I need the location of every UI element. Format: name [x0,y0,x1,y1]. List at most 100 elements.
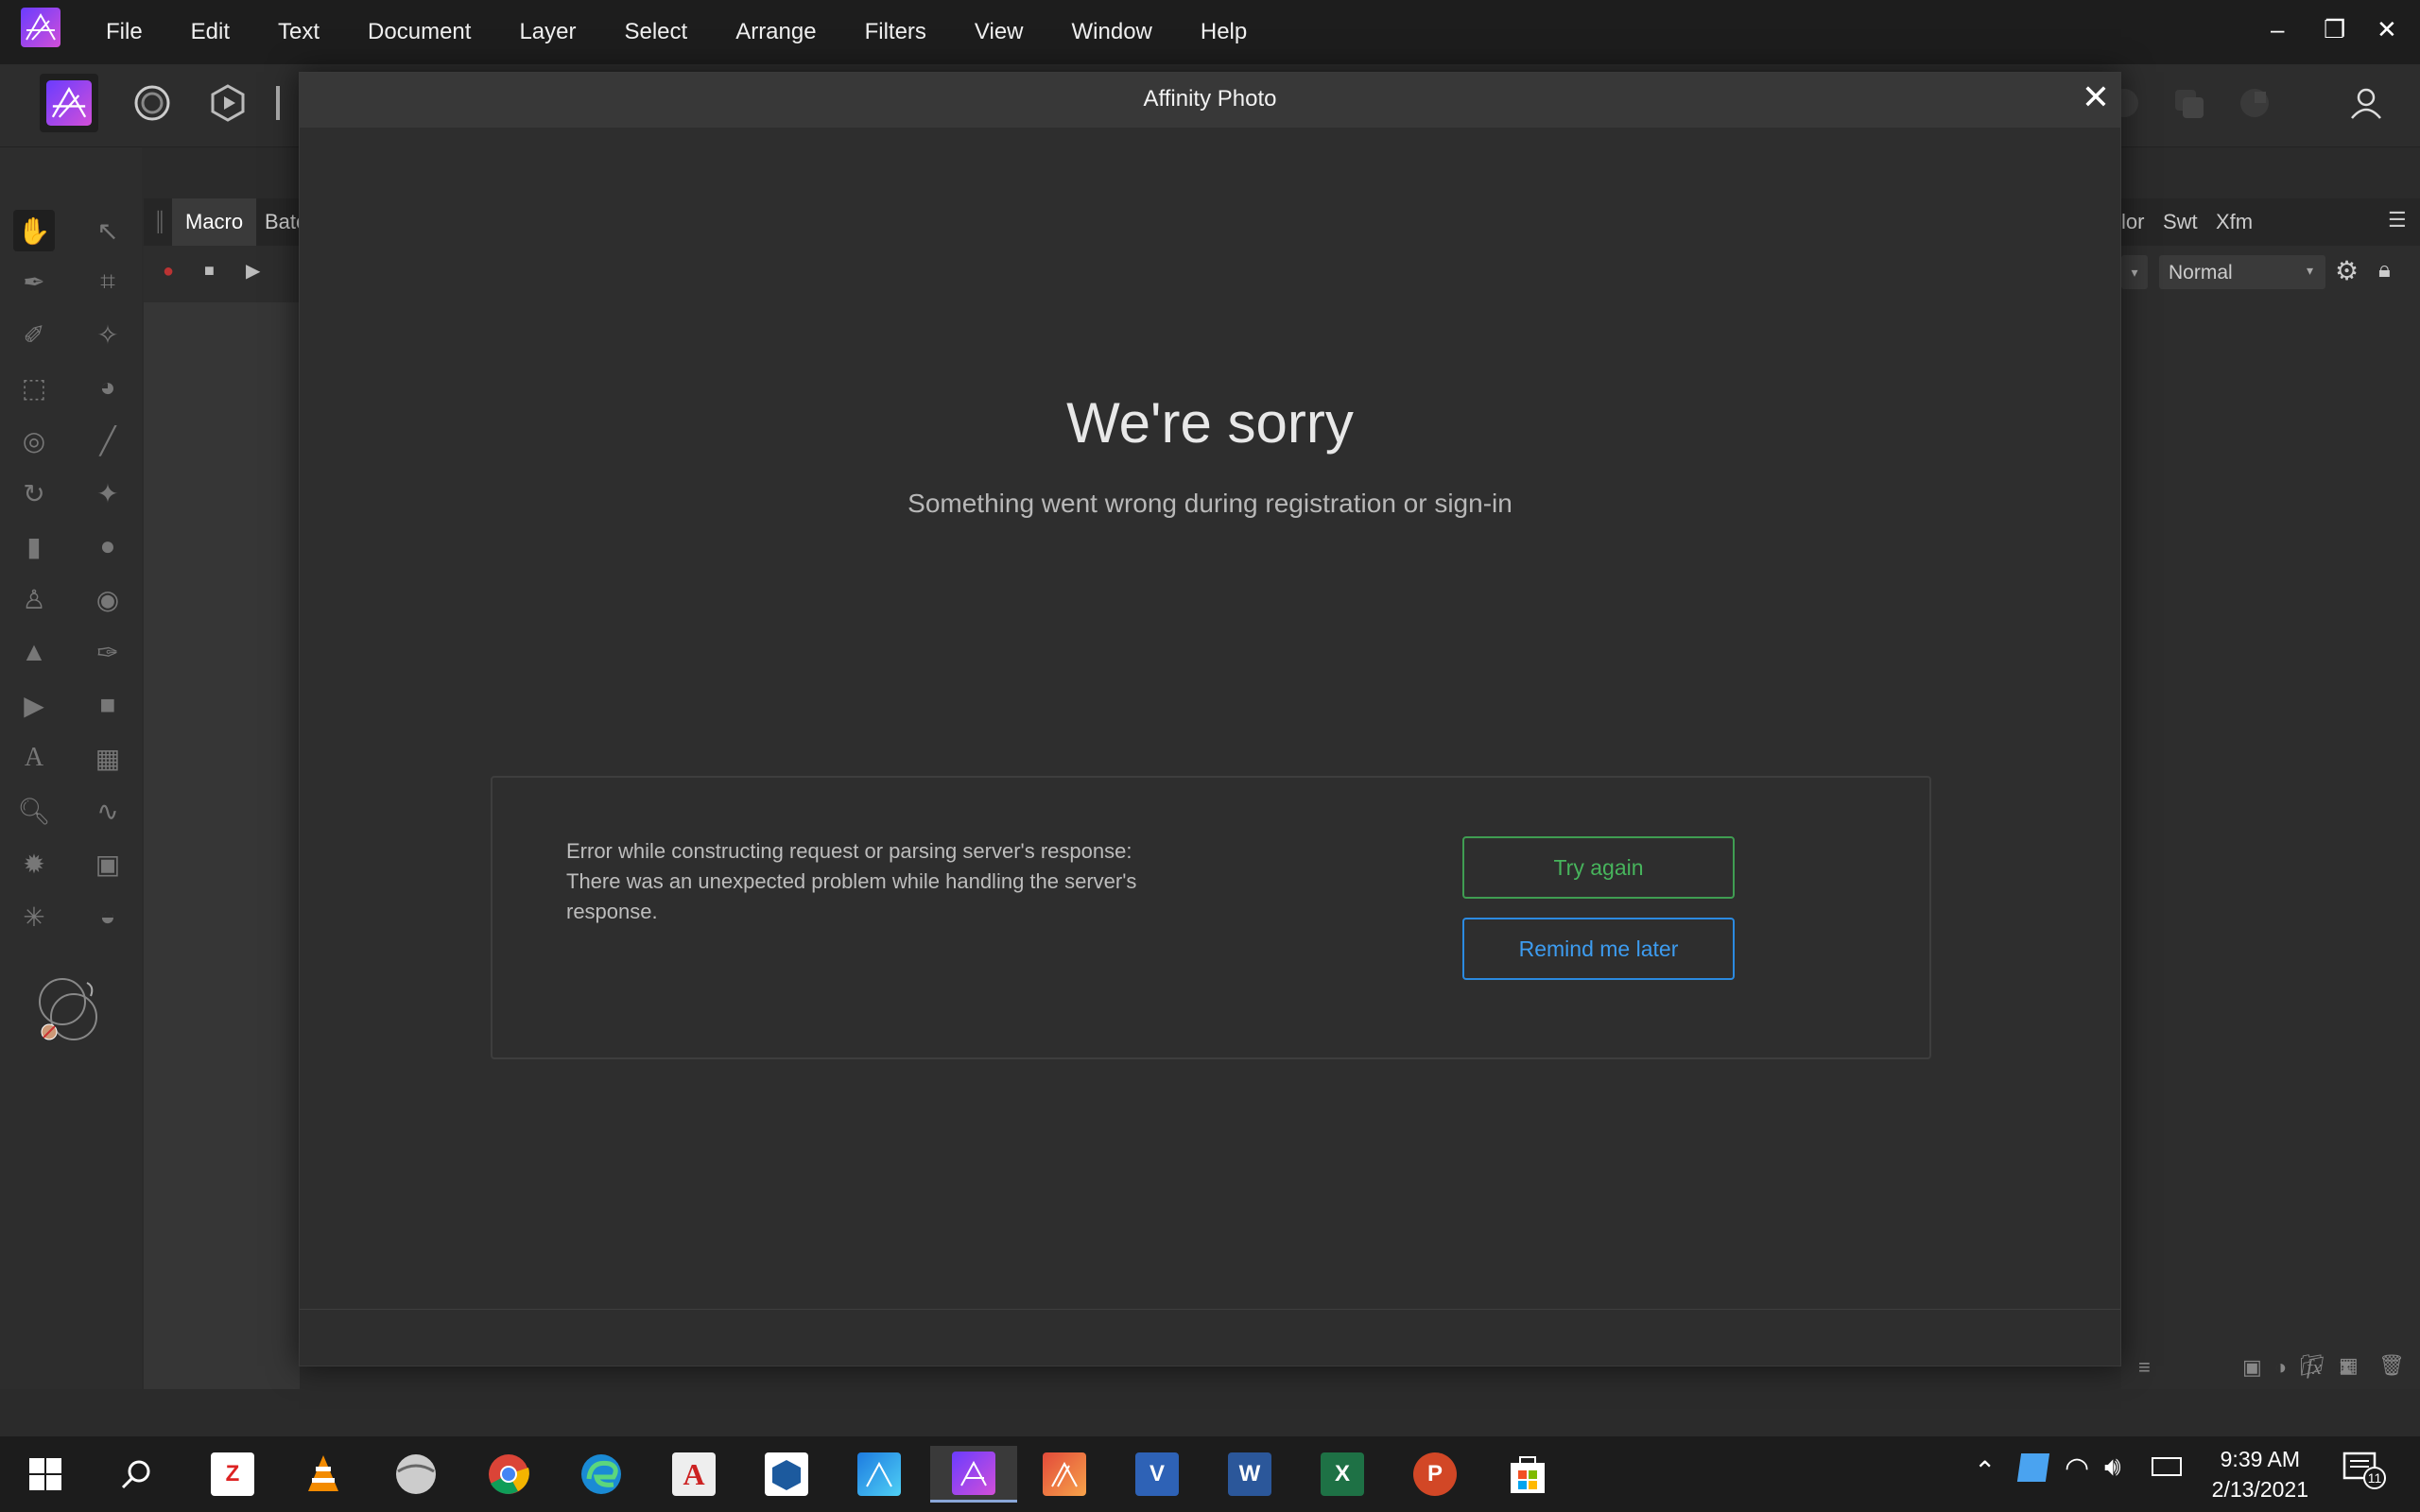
crop-tool-icon[interactable]: ⌗ [87,261,129,302]
layers-stack-icon[interactable]: ≡ [2138,1355,2151,1380]
lock-icon[interactable]: 🔒︎ [2378,257,2391,284]
perspective-tool-icon[interactable]: ∿ [87,790,129,832]
flood-fill-tool-icon[interactable]: ◕ [87,367,129,408]
rectangle-tool-icon[interactable]: ■ [87,684,129,726]
frame-tool-icon[interactable]: ▣ [87,843,129,885]
menu-text[interactable]: Text [278,19,320,45]
quick-mask-icon[interactable] [2225,74,2284,132]
affinity-publisher-icon[interactable] [1036,1446,1093,1503]
cloud-app-icon[interactable] [2016,1453,2050,1482]
menu-file[interactable]: File [106,19,143,45]
record-icon[interactable]: ● [163,261,174,283]
pen-tool-icon[interactable]: ✑ [87,631,129,673]
paint-brush-tool-icon[interactable]: ╱ [87,420,129,461]
menu-help[interactable]: Help [1201,19,1247,45]
word-icon[interactable]: W [1221,1446,1278,1503]
color-picker-tool-icon[interactable]: ✒ [13,261,55,302]
clock-time: 9:39 AM [2220,1447,2301,1471]
opacity-dropdown[interactable]: ▾ [2121,255,2148,289]
mesh-warp-tool-icon[interactable]: ▦ [87,737,129,779]
move-tool-icon[interactable]: ↖ [87,210,129,251]
erase-tool-icon[interactable]: ▮ [13,525,55,567]
paint-mixer-tool-icon[interactable]: ◎ [13,420,55,461]
menu-arrange[interactable]: Arrange [735,19,816,45]
notifications-icon[interactable]: 11 [2342,1450,2386,1489]
menu-edit[interactable]: Edit [191,19,230,45]
filter-brush-tool-icon[interactable]: ✹ [13,843,55,885]
macro-list [144,302,300,1389]
tab-swatches[interactable]: Swt [2163,210,2198,234]
sketchup-icon[interactable] [758,1446,815,1503]
blend-mode-select[interactable]: Normal ▾ [2159,255,2325,289]
excel-icon[interactable]: X [1314,1446,1371,1503]
pattern-tool-icon[interactable]: ✳ [13,896,55,937]
zoom-tool-icon[interactable]: 🔍︎ [13,790,55,832]
node-tool-icon[interactable]: ▶ [13,684,55,726]
menu-document[interactable]: Document [368,19,471,45]
tone-mapping-persona-button[interactable] [270,74,289,132]
smudge-tool-icon[interactable]: ● [87,525,129,567]
trash-icon[interactable]: 🗑︎ [2378,1353,2405,1378]
magic-wand-tool-icon[interactable]: ✧ [87,314,129,355]
panel-grip-icon[interactable]: ║ [153,212,166,233]
liquify-persona-button[interactable] [123,74,182,132]
menu-filters[interactable]: Filters [865,19,926,45]
remind-me-later-button[interactable]: Remind me later [1462,918,1735,980]
search-icon[interactable] [108,1446,164,1503]
menu-window[interactable]: Window [1072,19,1152,45]
tab-macro[interactable]: Macro [172,198,257,246]
edge-icon[interactable] [573,1446,630,1503]
close-window-icon[interactable]: ✕ [2377,15,2397,44]
taskbar-clock[interactable]: 9:39 AM 2/13/2021 [2212,1444,2308,1504]
microsoft-store-icon[interactable] [1499,1446,1556,1503]
powerpoint-icon[interactable]: P [1407,1446,1463,1503]
order-icon[interactable] [2159,74,2218,132]
color-swatches-icon[interactable] [32,971,108,1047]
folder-icon[interactable]: 📁︎ [2299,1353,2325,1378]
menu-layer[interactable]: Layer [519,19,576,45]
view-tool-icon[interactable]: ✋ [13,210,55,251]
stop-icon[interactable]: ■ [204,261,215,281]
chevron-up-icon[interactable]: ⌃ [1974,1455,1996,1486]
dialog-close-icon[interactable]: ✕ [2077,78,2115,116]
account-icon[interactable] [2337,74,2395,132]
affinity-photo-taskbar-icon[interactable] [930,1446,1017,1503]
affinity-photo-logo-icon [21,8,60,47]
menu-select[interactable]: Select [624,19,687,45]
vlc-icon[interactable] [295,1446,352,1503]
adjustment-icon[interactable]: ◑ [2274,1355,2287,1380]
tab-transform[interactable]: Xfm [2216,210,2253,234]
healing-brush-tool-icon[interactable]: ✦ [87,472,129,514]
mask-layer-icon[interactable]: ▣ [2242,1355,2262,1380]
panel-menu-icon[interactable]: ☰ [2388,208,2407,232]
volume-icon[interactable]: 🔊︎ [2104,1452,2121,1483]
checker-icon[interactable]: ▦ [2339,1353,2359,1378]
gear-icon[interactable]: ⚙ [2335,255,2359,286]
marquee-tool-icon[interactable]: ⬚ [13,367,55,408]
battery-icon[interactable] [2152,1457,2182,1476]
pdf-app-icon[interactable]: Z [204,1446,261,1503]
minimize-icon[interactable]: – [2271,15,2284,44]
windows-start-icon[interactable] [17,1446,74,1503]
text-tool-icon[interactable]: A [13,737,55,779]
chevron-down-icon: ▾ [2307,263,2314,278]
google-earth-pro-icon[interactable] [388,1446,444,1503]
chrome-icon[interactable] [480,1446,537,1503]
menu-view[interactable]: View [975,19,1024,45]
restore-icon[interactable]: ❐ [2324,15,2345,44]
gradient-tool-icon[interactable]: ◒ [87,896,129,937]
dodge-tool-icon[interactable]: ↻ [13,472,55,514]
clone-tool-icon[interactable]: ♙ [13,578,55,620]
photo-persona-button[interactable] [40,74,98,132]
blur-tool-icon[interactable]: ▲ [13,631,55,673]
network-icon[interactable]: ◠ [2065,1452,2089,1485]
tab-color[interactable]: lor [2121,210,2144,234]
try-again-button[interactable]: Try again [1462,836,1735,899]
affinity-designer-icon[interactable] [851,1446,908,1503]
red-eye-tool-icon[interactable]: ◉ [87,578,129,620]
develop-persona-button[interactable] [199,74,257,132]
acrobat-icon[interactable]: A [666,1446,722,1503]
selection-brush-tool-icon[interactable]: ✐ [13,314,55,355]
visio-icon[interactable]: V [1129,1446,1185,1503]
play-icon[interactable]: ▶ [246,259,260,283]
